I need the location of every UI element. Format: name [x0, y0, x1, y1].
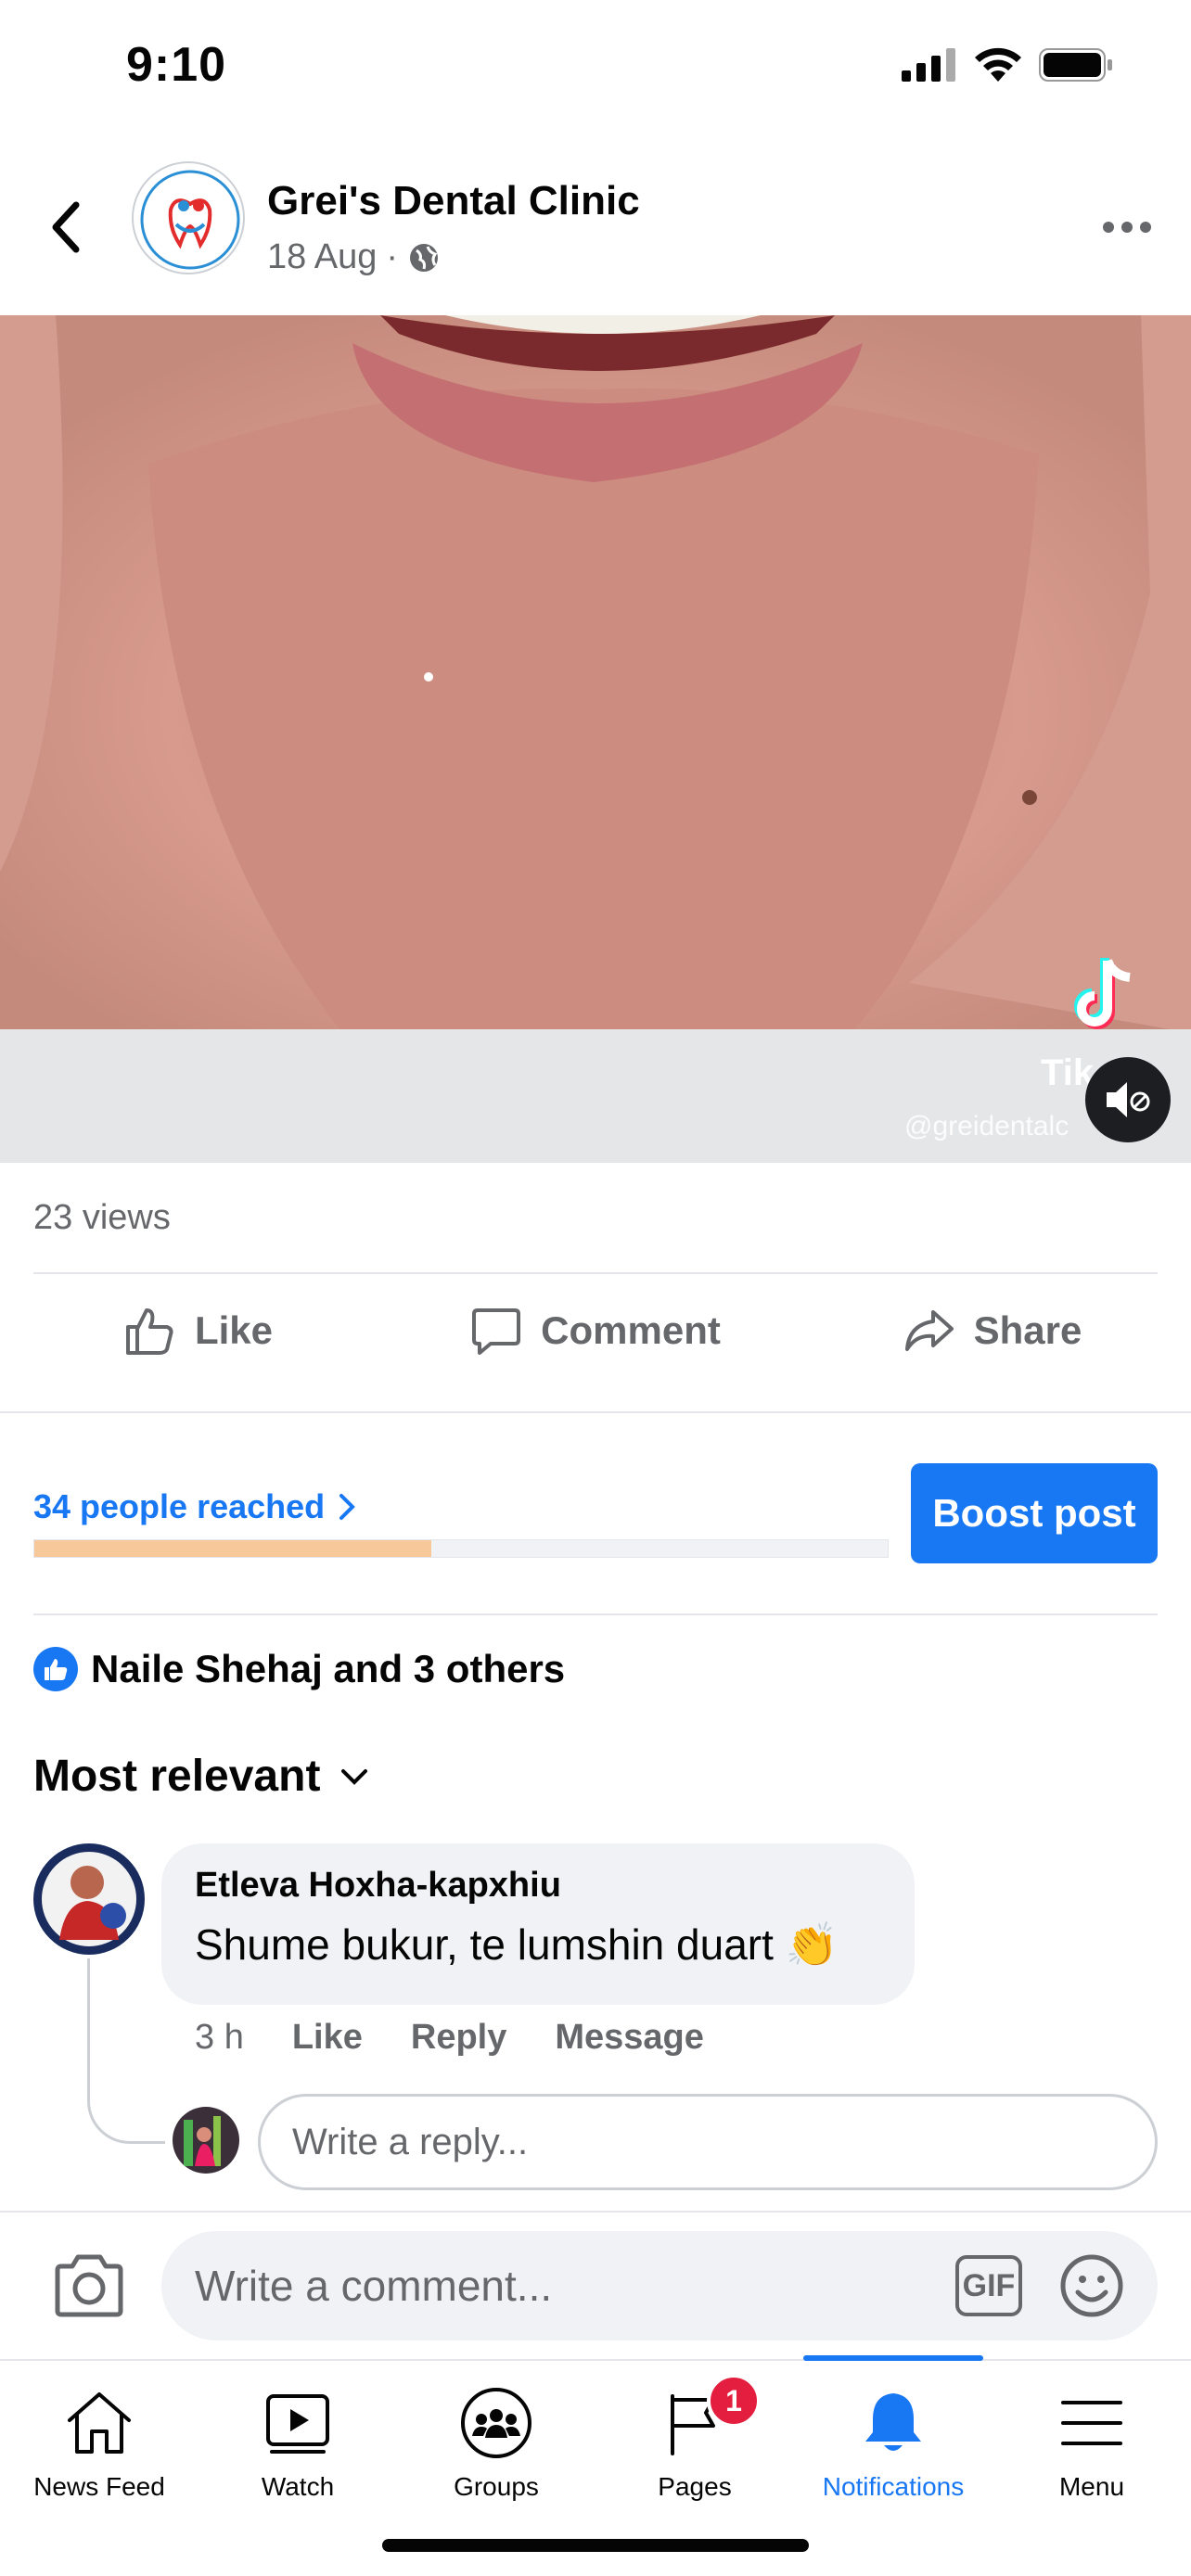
groups-icon: [461, 2388, 531, 2458]
comment-like-button[interactable]: Like: [292, 2018, 363, 2058]
tab-groups[interactable]: Groups: [397, 2381, 596, 2507]
reach-progress-fill: [34, 1540, 431, 1557]
pages-notification-badge: 1: [707, 2374, 761, 2428]
menu-icon: [1061, 2401, 1122, 2445]
bell-icon: [865, 2393, 921, 2451]
dental-clinic-logo-icon: [140, 170, 240, 270]
tab-label: Groups: [454, 2472, 539, 2501]
chevron-right-icon: [339, 1494, 355, 1520]
tab-label: Notifications: [822, 2472, 965, 2501]
comment-time: 3 h: [195, 2018, 244, 2057]
tab-notifications[interactable]: Notifications: [794, 2381, 992, 2507]
more-horizontal-icon: [1103, 222, 1151, 233]
tab-menu[interactable]: Menu: [992, 2381, 1191, 2507]
share-arrow-icon: [904, 1310, 954, 1351]
video-bottom-area: [0, 1033, 1191, 1163]
divider: [33, 1272, 1158, 1274]
people-reached-link[interactable]: 34 people reached: [33, 1487, 356, 1526]
tab-label: Menu: [1058, 2472, 1125, 2501]
chevron-left-icon: [52, 201, 80, 253]
home-indicator: [382, 2539, 809, 2552]
like-button[interactable]: Like: [0, 1280, 397, 1382]
more-options-button[interactable]: [1095, 204, 1159, 250]
camera-icon: [55, 2254, 123, 2317]
meta-separator: ·: [386, 237, 398, 276]
watch-icon: [266, 2394, 329, 2454]
avatar: [173, 2107, 239, 2174]
emoji-icon[interactable]: [1059, 2253, 1124, 2318]
composer-divider: [0, 2211, 1191, 2213]
comment-text: Shume bukur, te lumshin duart 👏: [195, 1920, 839, 1969]
comment-label: Comment: [541, 1308, 721, 1352]
home-icon: [68, 2392, 131, 2454]
post-date[interactable]: 18 Aug: [267, 237, 377, 277]
people-reached-label: 34 people reached: [33, 1487, 326, 1525]
comment-reply-button[interactable]: Reply: [411, 2018, 506, 2058]
tab-label: Pages: [658, 2472, 732, 2501]
tiktok-logo-icon: [1074, 958, 1131, 1029]
view-count: 23 views: [33, 1198, 171, 1237]
camera-button[interactable]: [52, 2253, 126, 2318]
reply-input[interactable]: Write a reply...: [258, 2094, 1158, 2190]
thumbs-up-filled-icon: [45, 1659, 68, 1680]
post-meta: 18 Aug ·: [267, 237, 441, 277]
share-label: Share: [973, 1308, 1082, 1352]
post-actions: Like Comment Share: [0, 1280, 1191, 1382]
speaker-muted-icon: [1107, 1082, 1150, 1117]
wifi-icon: [975, 47, 1021, 82]
gif-button[interactable]: GIF: [955, 2255, 1022, 2316]
share-button[interactable]: Share: [794, 1280, 1191, 1382]
tab-watch[interactable]: Watch: [198, 2381, 397, 2507]
post-video[interactable]: Tik @greidentalc: [0, 315, 1191, 1163]
comment-actions: 3 h Like Reply Message: [195, 2018, 704, 2058]
chevron-down-icon: [341, 1768, 368, 1785]
section-divider: [0, 1411, 1191, 1413]
tab-pages[interactable]: 1 Pages: [596, 2374, 794, 2507]
commenter-avatar[interactable]: [33, 1843, 145, 1955]
tab-news-feed[interactable]: News Feed: [0, 2381, 198, 2507]
thumbs-up-icon: [125, 1308, 173, 1355]
my-avatar: [173, 2107, 239, 2174]
page-name[interactable]: Grei's Dental Clinic: [267, 178, 640, 224]
globe-icon: [410, 243, 438, 272]
post-header: Grei's Dental Clinic 18 Aug ·: [0, 148, 1191, 315]
tiktok-watermark: Tik: [1041, 1052, 1095, 1093]
back-button[interactable]: [37, 195, 93, 260]
reach-progress-bar: [33, 1539, 889, 1558]
active-tab-indicator: [803, 2355, 983, 2361]
comment-sort-dropdown[interactable]: Most relevant: [33, 1751, 368, 1802]
divider: [33, 1613, 1158, 1615]
cellular-signal-icon: [902, 48, 955, 82]
comment-button[interactable]: Comment: [397, 1280, 794, 1382]
page-avatar[interactable]: [132, 161, 245, 274]
comment-author[interactable]: Etleva Hoxha-kapxhiu: [195, 1866, 561, 1906]
reactions-text: Naile Shehaj and 3 others: [91, 1647, 566, 1690]
status-bar: 9:10: [0, 0, 1191, 130]
comment-bubble[interactable]: Etleva Hoxha-kapxhiu Shume bukur, te lum…: [161, 1843, 915, 2005]
reactions-summary[interactable]: Naile Shehaj and 3 others: [33, 1647, 565, 1691]
tab-label: News Feed: [33, 2472, 165, 2501]
battery-icon: [1039, 48, 1112, 82]
like-label: Like: [194, 1308, 274, 1352]
tab-label: Watch: [261, 2472, 335, 2501]
sort-label: Most relevant: [33, 1752, 321, 1801]
comment-bubble-icon: [472, 1308, 521, 1355]
like-reaction-icon: [33, 1647, 78, 1691]
mute-button[interactable]: [1085, 1057, 1171, 1142]
avatar: [33, 1843, 145, 1955]
reply-thread-line: [87, 1958, 165, 2144]
boost-post-button[interactable]: Boost post: [911, 1463, 1158, 1563]
tiktok-handle: @greidentalc: [904, 1111, 1069, 1141]
status-time: 9:10: [126, 38, 227, 92]
comment-message-button[interactable]: Message: [555, 2018, 704, 2058]
video-frame: [0, 315, 1191, 1033]
